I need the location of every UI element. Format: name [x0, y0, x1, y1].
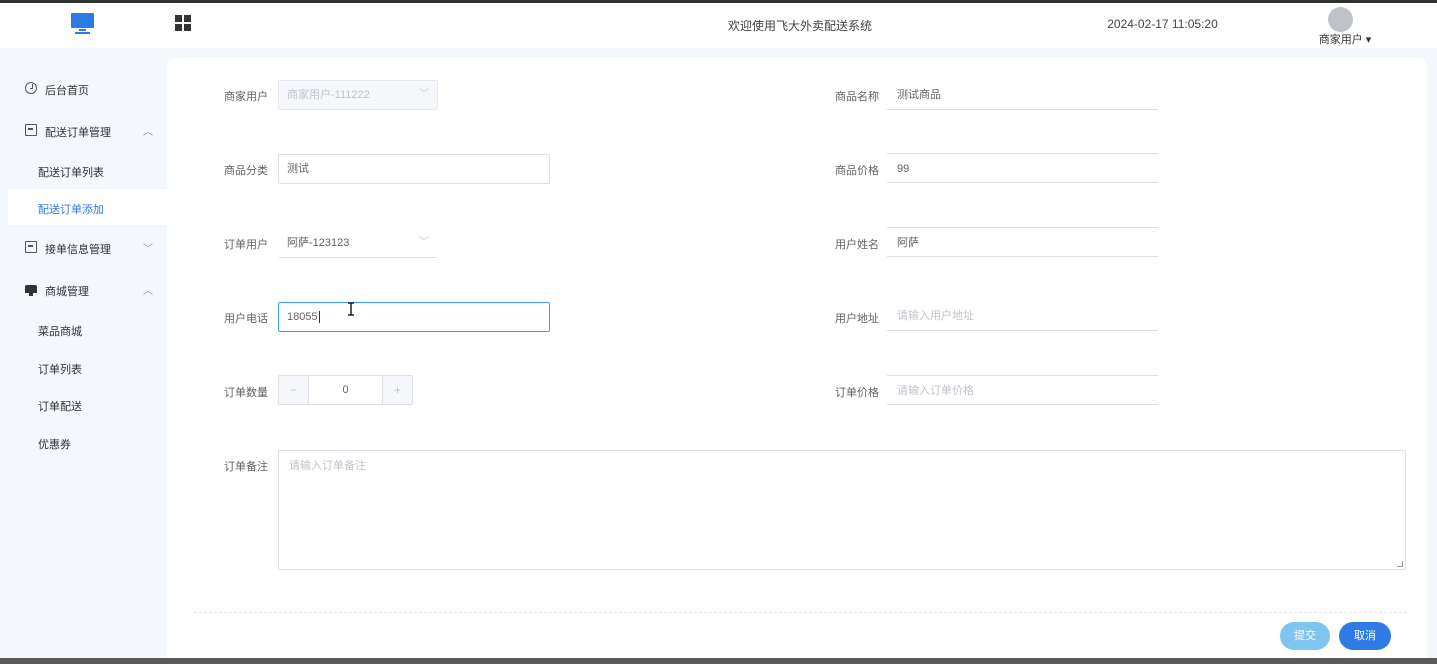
user-address-placeholder: 请输入用户地址: [897, 310, 974, 322]
box-icon: [25, 124, 37, 136]
welcome-text: 欢迎使用飞大外卖配送系统: [727, 19, 872, 33]
resize-handle-icon[interactable]: [1397, 561, 1403, 567]
product-category-label: 商品分类: [224, 165, 268, 177]
top-header: 欢迎使用飞大外卖配送系统 2024-02-17 11:05:20 商家用户 ▾: [0, 3, 1437, 48]
order-price-placeholder: 请输入订单价格: [897, 385, 974, 397]
sidebar-item-order-list[interactable]: 订单列表: [8, 349, 167, 385]
sidebar-item-home[interactable]: 后台首页: [0, 70, 167, 106]
sidebar-item-label: 商城管理: [45, 286, 89, 298]
sidebar-item-label: 订单列表: [38, 364, 82, 376]
product-name-value: 测试商品: [897, 89, 941, 101]
submit-button[interactable]: 提交: [1280, 622, 1330, 650]
sidebar: 后台首页 配送订单管理 ︿ 配送订单列表 配送订单添加 接单信息管理 ﹀ 商城管…: [0, 48, 167, 664]
merchant-user-value: 商家用户-111222: [287, 89, 370, 101]
order-remark-placeholder: 请输入订单备注: [289, 460, 366, 472]
clock-icon: [25, 82, 37, 94]
chevron-down-icon: ﹀: [143, 244, 153, 255]
order-user-value: 阿萨-123123: [287, 237, 350, 249]
order-remark-label: 订单备注: [224, 461, 268, 473]
user-name-label: 用户姓名: [835, 239, 879, 251]
box-icon: [25, 241, 37, 253]
sidebar-item-label: 配送订单列表: [38, 167, 104, 179]
product-price-value: 99: [897, 163, 910, 175]
product-name-label: 商品名称: [835, 91, 879, 103]
merchant-user-select: 商家用户-111222 ﹀: [278, 80, 438, 110]
product-category-value: 测试: [287, 163, 309, 175]
monitor-logo-icon: [71, 13, 94, 34]
order-quantity-label: 订单数量: [224, 387, 268, 399]
chevron-up-icon: ︿: [143, 286, 153, 297]
order-form-panel: 商家用户 商家用户-111222 ﹀ 商品名称 测试商品 商品分类 测试 商品价…: [167, 58, 1427, 664]
sidebar-item-order-delivery[interactable]: 订单配送: [8, 386, 167, 422]
sidebar-item-delivery-orders[interactable]: 配送订单管理 ︿: [0, 112, 167, 148]
order-price-label: 订单价格: [835, 387, 879, 399]
chevron-down-icon: ﹀: [419, 89, 429, 100]
user-name-value: 阿萨: [897, 237, 919, 249]
sidebar-item-label: 订单配送: [38, 401, 82, 413]
sidebar-item-delivery-order-add[interactable]: 配送订单添加: [8, 189, 167, 225]
form-divider: [194, 612, 1407, 613]
order-user-select[interactable]: 阿萨-123123 ﹀: [278, 228, 438, 258]
user-phone-input[interactable]: 18055: [278, 302, 550, 332]
sidebar-item-dish-mall[interactable]: 菜品商城: [8, 311, 167, 347]
product-price-label: 商品价格: [835, 165, 879, 177]
sidebar-item-label: 优惠券: [38, 439, 71, 451]
user-address-label: 用户地址: [835, 313, 879, 325]
product-name-input[interactable]: 测试商品: [887, 80, 1158, 110]
order-quantity-stepper[interactable]: − 0 +: [278, 375, 413, 405]
sidebar-item-label: 后台首页: [45, 85, 89, 97]
increment-button[interactable]: +: [382, 376, 412, 404]
app-grid-icon[interactable]: [175, 15, 193, 33]
order-quantity-value[interactable]: 0: [309, 376, 382, 404]
text-caret: [318, 311, 320, 323]
sidebar-item-label: 菜品商城: [38, 326, 82, 338]
sidebar-item-label: 接单信息管理: [45, 244, 111, 256]
order-remark-textarea[interactable]: 请输入订单备注: [278, 450, 1406, 570]
user-address-input[interactable]: 请输入用户地址: [887, 301, 1158, 331]
sidebar-item-delivery-order-list[interactable]: 配送订单列表: [8, 152, 167, 188]
user-name-input[interactable]: 阿萨: [887, 227, 1158, 257]
order-price-input[interactable]: 请输入订单价格: [887, 375, 1158, 405]
decrement-button[interactable]: −: [279, 376, 309, 404]
sidebar-item-coupons[interactable]: 优惠券: [8, 424, 167, 460]
user-phone-value: 18055: [287, 311, 318, 323]
current-datetime: 2024-02-17 11:05:20: [1107, 17, 1218, 31]
sidebar-item-mall[interactable]: 商城管理 ︿: [0, 271, 167, 307]
order-user-label: 订单用户: [224, 239, 268, 251]
user-menu-dropdown[interactable]: 商家用户 ▾: [1310, 31, 1380, 47]
merchant-user-label: 商家用户: [224, 91, 268, 103]
product-category-input[interactable]: 测试: [278, 154, 550, 184]
avatar[interactable]: [1328, 7, 1353, 32]
text-cursor-icon: [348, 302, 354, 316]
user-phone-label: 用户电话: [224, 313, 268, 325]
chevron-down-icon: ﹀: [419, 237, 429, 248]
chevron-up-icon: ︿: [143, 127, 153, 138]
shop-icon: [25, 285, 37, 296]
sidebar-item-label: 配送订单添加: [38, 204, 104, 216]
sidebar-item-label: 配送订单管理: [45, 127, 111, 139]
cancel-button[interactable]: 取消: [1339, 622, 1391, 650]
window-bottom-edge: [0, 658, 1437, 664]
product-price-input[interactable]: 99: [887, 153, 1158, 183]
sidebar-item-order-info[interactable]: 接单信息管理 ﹀: [0, 229, 167, 265]
